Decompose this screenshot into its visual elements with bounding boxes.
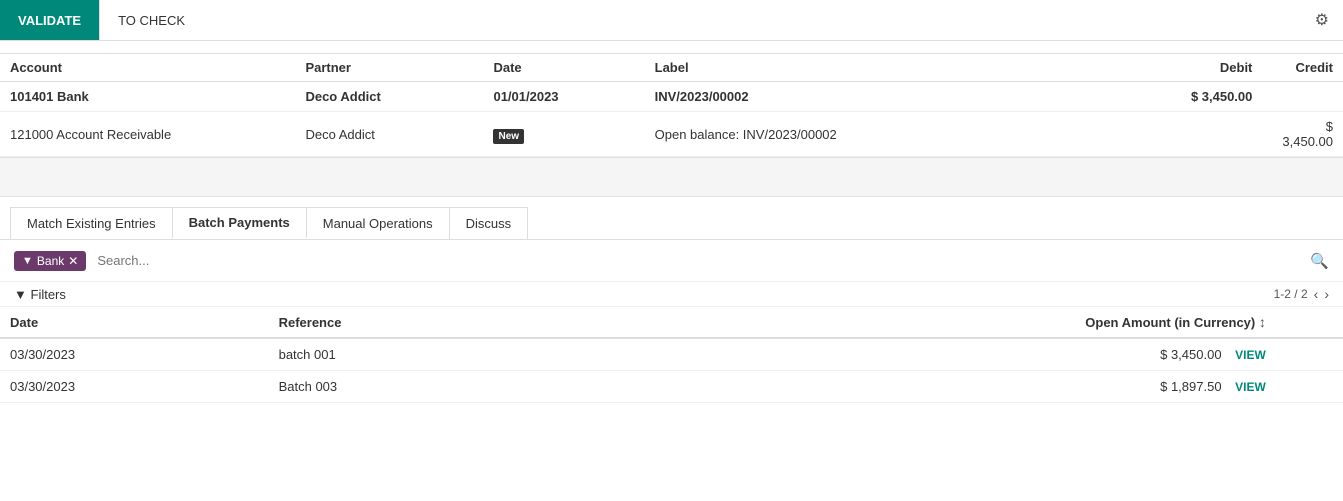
filter-tag-bank[interactable]: ▼ Bank ✕ bbox=[14, 251, 86, 271]
search-button[interactable]: 🔍 bbox=[1310, 252, 1329, 270]
filter-icon: ▼ bbox=[22, 255, 33, 267]
col-label bbox=[645, 41, 1128, 54]
cell-batch-extra bbox=[1276, 338, 1343, 371]
batch-col-open-amount: Open Amount (in Currency) ↕ bbox=[940, 307, 1276, 338]
header-date: Date bbox=[483, 54, 644, 82]
header-credit: Credit bbox=[1262, 54, 1343, 82]
search-input[interactable] bbox=[94, 250, 1302, 271]
col-partner bbox=[295, 41, 483, 54]
cell-batch-date: 03/30/2023 bbox=[0, 371, 269, 403]
filters-label: Filters bbox=[31, 287, 66, 302]
tab-manual-operations[interactable]: Manual Operations bbox=[306, 207, 450, 239]
tabs-bar: Match Existing Entries Batch Payments Ma… bbox=[0, 197, 1343, 240]
badge-new: New bbox=[493, 129, 524, 144]
tab-discuss[interactable]: Discuss bbox=[449, 207, 529, 239]
col-account bbox=[0, 41, 295, 54]
header-label: Label bbox=[645, 54, 1128, 82]
filter-tag-close[interactable]: ✕ bbox=[68, 254, 78, 268]
filters-button[interactable]: ▼ Filters bbox=[14, 287, 66, 302]
cell-batch-amount: $ 3,450.00 VIEW bbox=[940, 338, 1276, 371]
pagination-prev[interactable]: ‹ bbox=[1314, 286, 1319, 302]
sort-icon: ↕ bbox=[1259, 314, 1266, 330]
batch-table-row: 03/30/2023 batch 001 $ 3,450.00 VIEW bbox=[0, 338, 1343, 371]
search-icon: 🔍 bbox=[1310, 253, 1329, 270]
header-debit: Debit bbox=[1128, 54, 1262, 82]
batch-col-action bbox=[1276, 307, 1343, 338]
cell-batch-extra bbox=[1276, 371, 1343, 403]
cell-label: Open balance: INV/2023/00002 bbox=[645, 112, 1128, 157]
filter-funnel-icon: ▼ bbox=[14, 287, 27, 302]
cell-debit: $ 3,450.00 bbox=[1128, 82, 1262, 112]
col-debit bbox=[1128, 41, 1262, 54]
pagination-filters-row: ▼ Filters 1-2 / 2 ‹ › bbox=[0, 282, 1343, 307]
cell-credit: $ 3,450.00 bbox=[1262, 112, 1343, 157]
gear-button[interactable]: ⚙ bbox=[1301, 2, 1343, 38]
cell-credit bbox=[1262, 82, 1343, 112]
pagination-next[interactable]: › bbox=[1324, 286, 1329, 302]
search-area: ▼ Bank ✕ 🔍 bbox=[0, 240, 1343, 282]
tab-match-existing[interactable]: Match Existing Entries bbox=[10, 207, 173, 239]
batch-table-row: 03/30/2023 Batch 003 $ 1,897.50 VIEW bbox=[0, 371, 1343, 403]
account-table-row: 101401 Bank Deco Addict 01/01/2023 INV/2… bbox=[0, 82, 1343, 112]
view-link[interactable]: VIEW bbox=[1235, 348, 1266, 362]
batch-col-date: Date bbox=[0, 307, 269, 338]
account-table-row: 121000 Account Receivable Deco Addict Ne… bbox=[0, 112, 1343, 157]
to-check-button[interactable]: TO CHECK bbox=[99, 0, 203, 40]
filter-tag-label: Bank bbox=[37, 254, 64, 268]
cell-date: New bbox=[483, 112, 644, 157]
cell-account: 101401 Bank bbox=[0, 82, 295, 112]
cell-label: INV/2023/00002 bbox=[645, 82, 1128, 112]
cell-debit bbox=[1128, 112, 1262, 157]
cell-date: 01/01/2023 bbox=[483, 82, 644, 112]
tab-batch-payments[interactable]: Batch Payments bbox=[172, 207, 307, 239]
cell-batch-reference: batch 001 bbox=[269, 338, 941, 371]
batch-col-reference: Reference bbox=[269, 307, 941, 338]
view-link[interactable]: VIEW bbox=[1235, 380, 1266, 394]
cell-batch-amount: $ 1,897.50 VIEW bbox=[940, 371, 1276, 403]
col-date bbox=[483, 41, 644, 54]
cell-account: 121000 Account Receivable bbox=[0, 112, 295, 157]
batch-table: Date Reference Open Amount (in Currency)… bbox=[0, 307, 1343, 403]
validate-button[interactable]: VALIDATE bbox=[0, 0, 99, 40]
top-bar: VALIDATE TO CHECK ⚙ bbox=[0, 0, 1343, 41]
cell-batch-reference: Batch 003 bbox=[269, 371, 941, 403]
header-partner: Partner bbox=[295, 54, 483, 82]
pagination-area: 1-2 / 2 ‹ › bbox=[1274, 286, 1329, 302]
col-credit bbox=[1262, 41, 1343, 54]
pagination-text: 1-2 / 2 bbox=[1274, 287, 1308, 301]
cell-partner: Deco Addict bbox=[295, 82, 483, 112]
header-account: Account bbox=[0, 54, 295, 82]
separator bbox=[0, 157, 1343, 197]
gear-icon: ⚙ bbox=[1315, 12, 1329, 29]
cell-batch-date: 03/30/2023 bbox=[0, 338, 269, 371]
filters-section: ▼ Filters bbox=[14, 287, 66, 302]
cell-partner: Deco Addict bbox=[295, 112, 483, 157]
account-table: Account Partner Date Label Debit Credit … bbox=[0, 41, 1343, 157]
